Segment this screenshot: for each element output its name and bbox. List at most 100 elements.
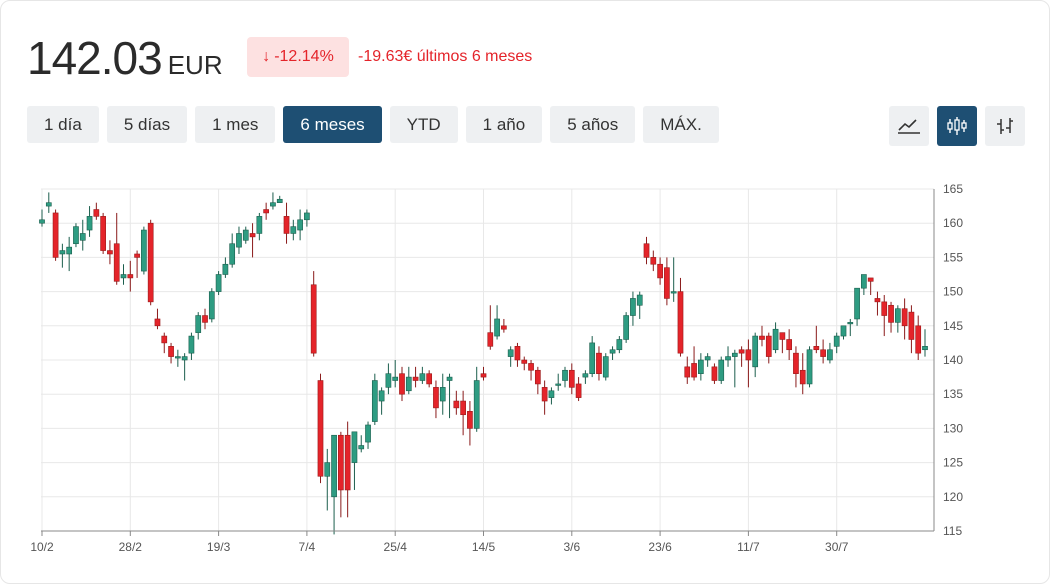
candle[interactable]: [521, 356, 528, 371]
candle[interactable]: [772, 322, 779, 354]
candle[interactable]: [528, 360, 534, 381]
candle[interactable]: [765, 332, 772, 364]
candle[interactable]: [908, 305, 915, 354]
candle[interactable]: [344, 421, 351, 518]
candle[interactable]: [127, 260, 134, 292]
candle[interactable]: [66, 236, 73, 272]
candle[interactable]: [181, 353, 188, 381]
candle[interactable]: [147, 219, 154, 306]
candle[interactable]: [643, 236, 650, 265]
candle[interactable]: [283, 202, 290, 244]
candle[interactable]: [208, 288, 215, 323]
candle[interactable]: [664, 257, 670, 306]
candle[interactable]: [79, 219, 86, 251]
candlestick-chart[interactable]: 115 120 125 130 135 140 145 150 155 160 165 10/2 28…: [1, 171, 1001, 571]
candle[interactable]: [888, 301, 894, 333]
candle[interactable]: [433, 380, 439, 419]
candle[interactable]: [568, 363, 575, 395]
candle[interactable]: [399, 366, 405, 402]
candle[interactable]: [731, 349, 738, 388]
candle[interactable]: [324, 448, 331, 511]
candle[interactable]: [670, 257, 677, 302]
candle[interactable]: [650, 250, 657, 272]
candle[interactable]: [236, 226, 242, 254]
candle[interactable]: [704, 353, 711, 367]
candle[interactable]: [711, 363, 718, 384]
candle[interactable]: [378, 387, 385, 415]
candle[interactable]: [120, 264, 127, 285]
candle[interactable]: [297, 209, 303, 241]
candle[interactable]: [351, 431, 358, 490]
candle[interactable]: [86, 206, 93, 237]
candle[interactable]: [426, 370, 433, 388]
candle[interactable]: [392, 360, 399, 388]
candle[interactable]: [494, 305, 500, 340]
candle[interactable]: [73, 223, 79, 248]
candle[interactable]: [548, 387, 555, 405]
candle[interactable]: [602, 353, 609, 381]
candle[interactable]: [752, 332, 759, 378]
candle[interactable]: [263, 202, 269, 220]
candle[interactable]: [270, 192, 276, 210]
candle[interactable]: [507, 346, 514, 367]
candle[interactable]: [256, 212, 263, 241]
candle[interactable]: [636, 291, 643, 319]
candle[interactable]: [657, 257, 663, 285]
candle[interactable]: [609, 346, 616, 360]
candle[interactable]: [249, 223, 256, 258]
candle[interactable]: [45, 192, 52, 213]
candle[interactable]: [371, 373, 378, 425]
candle[interactable]: [276, 195, 283, 203]
candle[interactable]: [847, 318, 854, 337]
candle[interactable]: [759, 325, 765, 347]
candle[interactable]: [691, 346, 697, 381]
candle[interactable]: [174, 349, 181, 367]
candle[interactable]: [100, 212, 106, 254]
range-max-button[interactable]: MÁX.: [643, 106, 719, 143]
candle[interactable]: [718, 356, 725, 384]
range-1-year-button[interactable]: 1 año: [465, 106, 543, 143]
candle[interactable]: [813, 325, 820, 354]
candle[interactable]: [338, 431, 344, 518]
candle[interactable]: [93, 202, 100, 220]
candle[interactable]: [745, 339, 752, 388]
candle[interactable]: [446, 373, 453, 419]
candle[interactable]: [358, 435, 365, 453]
candle[interactable]: [310, 271, 317, 357]
candle[interactable]: [799, 353, 806, 395]
candle[interactable]: [59, 243, 66, 268]
range-1-day-button[interactable]: 1 día: [27, 106, 99, 143]
range-1-month-button[interactable]: 1 mes: [195, 106, 276, 143]
ohlc-chart-button[interactable]: [985, 106, 1025, 146]
candle[interactable]: [698, 353, 704, 381]
candle[interactable]: [806, 346, 813, 388]
candle[interactable]: [738, 346, 745, 367]
candle[interactable]: [793, 346, 799, 388]
candle[interactable]: [487, 305, 494, 350]
candle[interactable]: [596, 346, 602, 381]
candle[interactable]: [582, 370, 589, 384]
candle[interactable]: [39, 209, 45, 227]
candle[interactable]: [467, 401, 473, 446]
candle[interactable]: [840, 325, 847, 340]
candle[interactable]: [113, 212, 120, 285]
candle[interactable]: [107, 240, 113, 265]
candle[interactable]: [786, 329, 793, 360]
candle[interactable]: [412, 366, 419, 388]
candle[interactable]: [677, 277, 684, 357]
candle[interactable]: [134, 250, 140, 278]
candle[interactable]: [365, 421, 371, 449]
candle[interactable]: [405, 366, 412, 395]
candle[interactable]: [922, 329, 928, 357]
candle[interactable]: [684, 356, 691, 384]
candle[interactable]: [195, 312, 202, 340]
candle[interactable]: [562, 366, 568, 388]
candle[interactable]: [894, 305, 901, 333]
candle[interactable]: [188, 332, 195, 360]
candle[interactable]: [439, 373, 446, 415]
candle[interactable]: [915, 315, 922, 360]
candle[interactable]: [575, 377, 582, 402]
range-ytd-button[interactable]: YTD: [389, 106, 458, 143]
candle[interactable]: [222, 257, 229, 278]
candle[interactable]: [419, 366, 426, 384]
